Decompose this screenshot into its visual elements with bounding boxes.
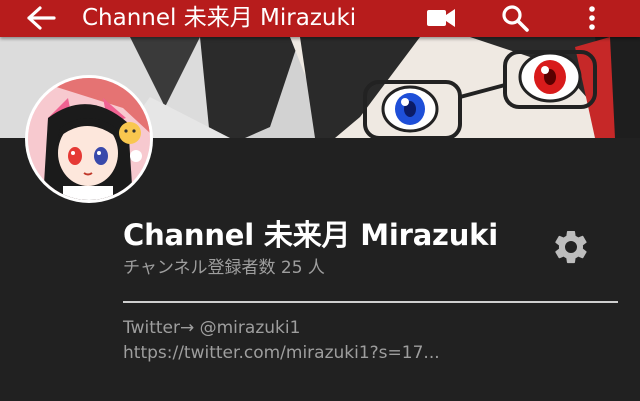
gear-icon[interactable] xyxy=(551,227,591,267)
description-line: Twitter→ @mirazuki1 xyxy=(123,318,301,338)
avatar-artwork xyxy=(28,78,150,200)
app-bar-title: Channel 未来月 Mirazuki xyxy=(82,5,357,31)
subscriber-count: チャンネル登録者数 25 人 xyxy=(123,258,325,278)
more-vert-icon[interactable] xyxy=(575,3,609,33)
search-icon[interactable] xyxy=(499,3,533,33)
app-bar: Channel 未来月 Mirazuki xyxy=(0,0,640,37)
description-link[interactable]: https://twitter.com/mirazuki1?s=17... xyxy=(123,343,440,363)
videocam-icon[interactable] xyxy=(424,3,458,33)
channel-name: Channel 未来月 Mirazuki xyxy=(123,218,499,252)
divider xyxy=(123,301,618,303)
channel-avatar[interactable] xyxy=(28,78,150,200)
arrow-back-icon[interactable] xyxy=(24,4,58,32)
